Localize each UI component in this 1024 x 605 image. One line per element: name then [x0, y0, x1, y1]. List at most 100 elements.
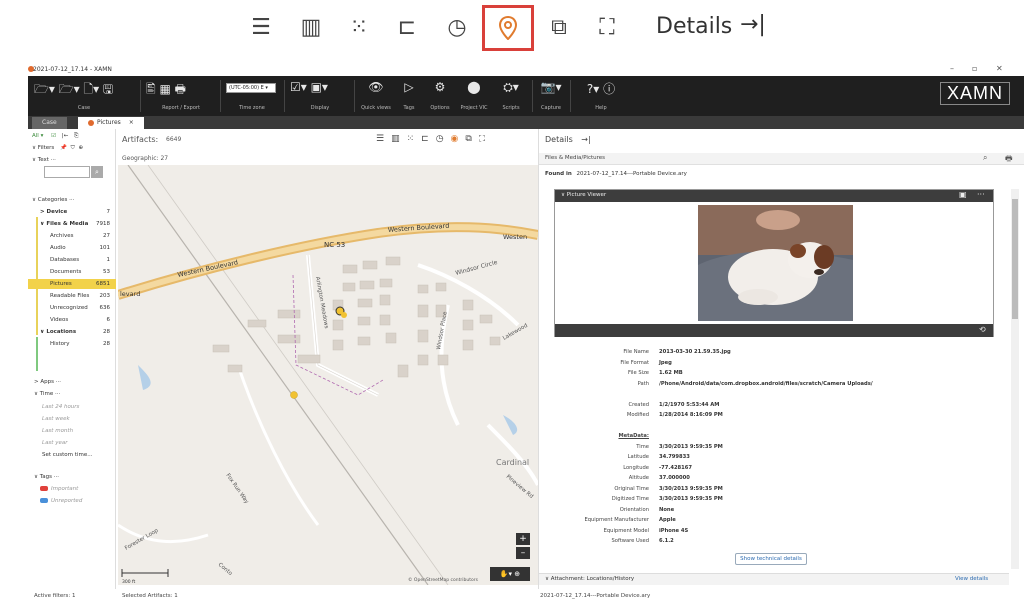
grid-view-icon[interactable]: ⁙ — [344, 12, 374, 42]
pan-hand-icon[interactable]: ✋▾ — [500, 570, 512, 578]
project-vic-icon[interactable]: ⬤ — [458, 80, 490, 94]
scripts-icon[interactable]: ⛭▾ — [496, 80, 526, 95]
list-view-small-icon[interactable]: ☰ — [376, 134, 391, 144]
clock-icon[interactable]: ◷ — [442, 12, 472, 42]
category-item[interactable]: ∨ Files & Media 7918 — [28, 219, 116, 229]
report-icons[interactable]: 🖺 ▦ 🖶 — [146, 80, 216, 101]
timeline-icon[interactable]: ⊏ — [392, 12, 422, 42]
ribbon-group-case[interactable]: 🗁▾ 🗁▾ 🗋▾ 🖫 Case — [34, 80, 134, 114]
locate-icon[interactable]: ⊕ — [514, 570, 520, 578]
set-custom-time[interactable]: Set custom time... — [42, 450, 130, 460]
clock-small-icon[interactable]: ◷ — [436, 134, 451, 144]
view-switcher[interactable]: ☰▥⁙⊏◷◉⧉⛶ — [376, 134, 492, 144]
checkbox-icon[interactable]: ☑ — [51, 133, 56, 139]
category-item[interactable]: Unrecognized 636 — [28, 303, 116, 313]
details-collapse-icon[interactable]: →| — [740, 12, 766, 37]
category-item[interactable]: ∨ Locations 28 — [28, 327, 116, 337]
found-in-value[interactable]: 2021-07-12_17.14---Portable Device.ary — [577, 171, 687, 177]
category-item[interactable]: Pictures 6851 — [28, 279, 116, 289]
time-last-year[interactable]: Last year — [42, 438, 130, 448]
time-last-month[interactable]: Last month — [42, 426, 130, 436]
columns-view-small-icon[interactable]: ▥ — [391, 134, 407, 144]
tags-icon[interactable]: ▷ — [396, 80, 422, 94]
map-canvas[interactable]: NC 53 Western Boulevard Western Boulevar… — [118, 165, 538, 585]
category-item[interactable]: Readable Files 203 — [28, 291, 116, 301]
clipboard-icon[interactable]: ⎘ — [74, 133, 78, 139]
search-icon[interactable]: ⌕ — [91, 166, 103, 178]
category-item[interactable]: Videos 6 — [28, 315, 116, 325]
ribbon-group-capture[interactable]: 📷▾ Capture — [536, 80, 566, 114]
category-item[interactable]: Documents 53 — [28, 267, 116, 277]
view-details-link[interactable]: View details — [955, 576, 988, 582]
tags-header[interactable]: ∨ Tags ··· — [34, 472, 122, 482]
category-item[interactable]: Databases 1 — [28, 255, 116, 265]
graph-small-icon[interactable]: ⛶ — [479, 134, 492, 144]
all-filter-dropdown[interactable]: All ▾ ☑ |← ⎘ — [32, 131, 120, 141]
ribbon-group-scripts[interactable]: ⛭▾ Scripts — [496, 80, 526, 114]
text-search-input[interactable] — [44, 166, 90, 178]
category-item[interactable]: Archives 27 — [28, 231, 116, 241]
quick-views-icon[interactable]: 👁 — [360, 80, 392, 94]
timeline-small-icon[interactable]: ⊏ — [421, 134, 436, 144]
columns-view-icon[interactable]: ▥ — [296, 12, 326, 42]
close-tab-icon[interactable]: × — [129, 119, 134, 126]
details-header[interactable]: Details →| — [545, 135, 591, 144]
time-last-24h[interactable]: Last 24 hours — [42, 402, 130, 412]
map-tools[interactable]: ✋▾ ⊕ — [490, 567, 530, 581]
details-label[interactable]: Details — [656, 14, 732, 39]
category-item[interactable]: Audio 101 — [28, 243, 116, 253]
more-options-icon[interactable]: ··· — [977, 190, 985, 199]
close-window-button[interactable]: ✕ — [996, 64, 1003, 73]
dog-photo[interactable] — [698, 205, 853, 321]
filter-icon[interactable]: ⛉ — [71, 145, 75, 151]
options-icon[interactable]: ⚙ — [426, 80, 454, 94]
ribbon-group-projectvic[interactable]: ⬤ Project VIC — [458, 80, 490, 114]
categories-header[interactable]: ∨ Categories ··· — [32, 195, 120, 205]
zoom-out-button[interactable]: – — [516, 547, 530, 559]
filters-header[interactable]: ∨ Filters 📌 ⛉ ⊕ — [32, 143, 120, 153]
case-icons[interactable]: 🗁▾ 🗁▾ 🗋▾ 🖫 — [34, 80, 134, 101]
help-icon[interactable]: ?▾ ⓘ — [576, 80, 626, 97]
tab-case[interactable]: Case — [32, 117, 67, 129]
apps-header[interactable]: > Apps ··· — [34, 377, 122, 387]
chat-icon[interactable]: ⧉ — [544, 12, 574, 42]
picture-viewer-header[interactable]: ∨ Picture Viewer ▣ ··· — [555, 190, 993, 202]
tag-unreported[interactable]: Unreported — [40, 496, 128, 506]
text-filter-header[interactable]: ∨ Text ··· — [32, 155, 120, 165]
map-pin-small-icon[interactable]: ◉ — [451, 134, 466, 144]
maximize-button[interactable]: ▫ — [972, 64, 977, 73]
ribbon-group-quickviews[interactable]: 👁 Quick views — [360, 80, 392, 114]
grid-view-small-icon[interactable]: ⁙ — [407, 134, 422, 144]
capture-icon[interactable]: 📷▾ — [536, 80, 566, 94]
ribbon-group-display[interactable]: ☑▾ ▣▾ Display — [290, 80, 350, 114]
graph-icon[interactable]: ⛶ — [592, 12, 622, 42]
map-attribution[interactable]: © OpenStreetMap contributors — [408, 576, 479, 583]
zoom-icon[interactable]: ⌕ — [983, 153, 987, 163]
save-image-icon[interactable]: ▣ — [959, 190, 967, 199]
pin-icon[interactable]: 📌 — [60, 145, 67, 151]
print-icon[interactable]: 🖶 — [1005, 153, 1013, 167]
ribbon-group-options[interactable]: ⚙ Options — [426, 80, 454, 114]
list-view-icon[interactable]: ☰ — [246, 12, 276, 42]
collapse-left-icon[interactable]: |← — [62, 133, 68, 139]
time-last-week[interactable]: Last week — [42, 414, 130, 424]
details-collapse-small-icon[interactable]: →| — [581, 135, 590, 144]
map-view[interactable]: NC 53 Western Boulevard Western Boulevar… — [118, 165, 538, 585]
rotate-icon[interactable]: ⟲ — [979, 325, 986, 334]
add-filter-icon[interactable]: ⊕ — [79, 145, 84, 151]
attachment-bar[interactable]: ∨ Attachment: Locations/History View det… — [539, 573, 1009, 585]
ribbon-group-report[interactable]: 🖺 ▦ 🖶 Report / Export — [146, 80, 216, 114]
timezone-select[interactable]: (UTC-05:00) E ▾ — [226, 83, 276, 93]
show-technical-details-button[interactable]: Show technical details — [735, 553, 807, 565]
category-item[interactable]: > Device 7 — [28, 207, 116, 217]
ribbon-group-help[interactable]: ?▾ ⓘ Help — [576, 80, 626, 114]
minimize-button[interactable]: – — [950, 64, 954, 73]
details-scrollbar[interactable] — [1011, 189, 1019, 569]
tab-pictures[interactable]: Pictures × — [78, 117, 144, 129]
category-item[interactable]: History 28 — [28, 339, 116, 349]
time-header[interactable]: ∨ Time ··· — [34, 389, 122, 399]
chat-small-icon[interactable]: ⧉ — [465, 134, 478, 144]
zoom-in-button[interactable]: + — [516, 533, 530, 545]
display-icons[interactable]: ☑▾ ▣▾ — [290, 80, 350, 94]
tag-important[interactable]: Important — [40, 484, 128, 494]
